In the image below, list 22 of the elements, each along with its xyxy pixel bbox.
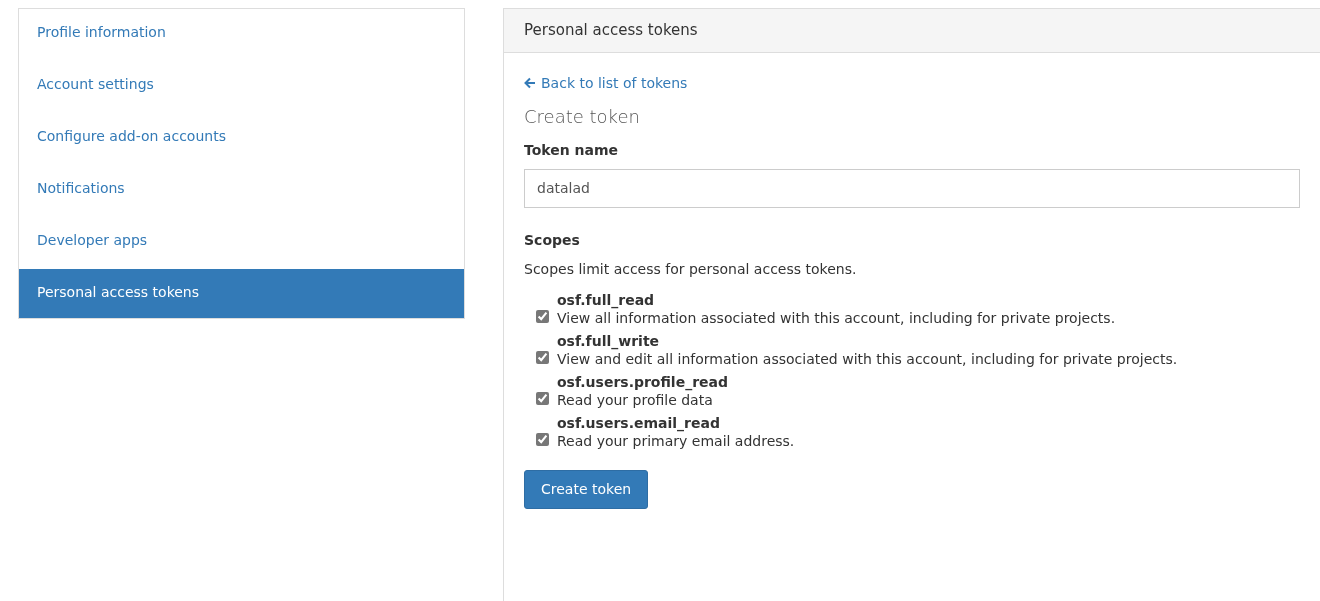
form-heading: Create token [524, 105, 641, 129]
field-label: Token name [524, 141, 620, 160]
create-button[interactable]: Create token [524, 469, 649, 509]
checkbox[interactable] [536, 432, 549, 446]
checkbox[interactable] [536, 350, 549, 364]
input-field[interactable]: datalad [524, 169, 1300, 208]
sidebar-item[interactable]: Personal access tokens [19, 269, 464, 318]
scope-name: osf.users.email_read [557, 414, 721, 432]
checkbox[interactable] [536, 310, 549, 323]
checkbox[interactable] [536, 391, 549, 405]
scope-name: osf.full_read [557, 292, 656, 309]
section-label: Scopes [524, 231, 581, 250]
panel-title: Personal access tokens [504, 9, 1320, 53]
scope-description: View and edit all information associated with this account, including for private projects. [557, 350, 1178, 368]
scope-description: Read your profile data [557, 391, 714, 409]
scope-name: osf.users.profile_read [557, 373, 729, 391]
scope-name: osf.full_write [557, 333, 661, 350]
arrow-left-icon [524, 77, 536, 89]
scope-description: View all information associated with this account, including for private projects. [557, 309, 1116, 327]
help-text: Scopes limit access for personal access tokens. [524, 260, 858, 279]
scope-description: Read your primary email address. [557, 432, 795, 450]
back-link[interactable]: Back to list of tokens [524, 72, 688, 94]
